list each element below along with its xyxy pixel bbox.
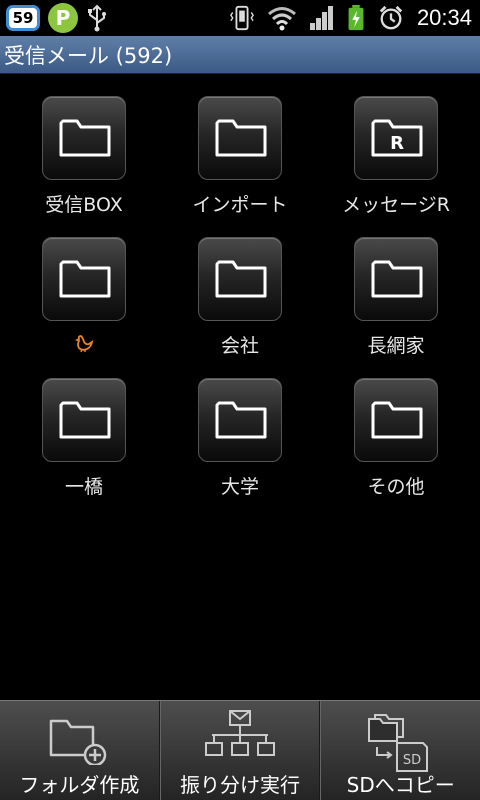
copy-to-sd-button[interactable]: SD SDへコピー (320, 701, 480, 800)
folder-university[interactable]: 大学 (162, 378, 318, 508)
sort-execute-button[interactable]: 振り分け実行 (159, 701, 321, 800)
folder-icon (59, 260, 111, 298)
vibrate-icon (229, 5, 254, 31)
battery-charging-icon (348, 5, 364, 31)
usb-icon (88, 4, 106, 32)
folder-label: インポート (192, 194, 288, 216)
copy-to-sd-icon: SD (367, 714, 428, 772)
page-title: 受信メール (592) (4, 43, 173, 68)
bird-icon (74, 335, 94, 353)
folder-tile[interactable] (42, 237, 126, 321)
folder-icon (215, 119, 267, 157)
folder-label: 長網家 (367, 335, 425, 357)
folder-import[interactable]: インポート (162, 96, 318, 226)
wifi-icon (267, 7, 296, 31)
alarm-clock-icon (379, 5, 403, 30)
create-folder-button[interactable]: フォルダ作成 (0, 701, 160, 800)
title-bar: 受信メール (592) (0, 36, 480, 74)
folder-label: メッセージR (342, 194, 450, 216)
folder-hitotsubashi[interactable]: 一橋 (6, 378, 162, 508)
clock: 20:34 (416, 5, 472, 30)
folder-bird[interactable] (6, 237, 162, 367)
folder-tile[interactable] (354, 237, 438, 321)
folder-icon (371, 260, 423, 298)
folder-inbox[interactable]: 受信BOX (6, 96, 162, 226)
folder-tile[interactable] (198, 237, 282, 321)
status-bar: 59 P 20:34 (0, 0, 480, 36)
folder-tile[interactable] (354, 378, 438, 462)
copy-to-sd-label: SDへコピー (346, 773, 455, 797)
folder-message-r[interactable]: R メッセージR (318, 96, 474, 226)
folder-tile[interactable] (198, 96, 282, 180)
sort-mail-icon (205, 710, 275, 756)
folder-r-icon: R (371, 119, 423, 157)
folder-tile[interactable] (42, 378, 126, 462)
svg-text:R: R (390, 133, 404, 154)
folder-family[interactable]: 長網家 (318, 237, 474, 367)
folder-icon (215, 401, 267, 439)
folder-label: その他 (367, 476, 425, 498)
folder-icon (215, 260, 267, 298)
folder-label: 受信BOX (45, 194, 123, 216)
folder-icon (371, 401, 423, 439)
notification-count-badge[interactable]: 59 (6, 5, 40, 31)
bottom-toolbar: フォルダ作成 振り分け実行 SD SDへコピー (0, 700, 480, 800)
svg-text:SD: SD (403, 753, 421, 768)
folder-add-icon (50, 719, 107, 765)
folder-label: 会社 (220, 335, 259, 357)
sort-execute-label: 振り分け実行 (180, 773, 300, 797)
folder-company[interactable]: 会社 (162, 237, 318, 367)
signal-strength-icon (309, 6, 333, 30)
folder-label: 大学 (220, 476, 259, 498)
folder-tile[interactable]: R (354, 96, 438, 180)
folder-icon (59, 119, 111, 157)
folder-label: 一橋 (64, 476, 103, 498)
p-app-icon[interactable]: P (48, 3, 78, 33)
folder-icon (59, 401, 111, 439)
create-folder-label: フォルダ作成 (19, 773, 140, 797)
folder-tile[interactable] (42, 96, 126, 180)
folder-tile[interactable] (198, 378, 282, 462)
folder-other[interactable]: その他 (318, 378, 474, 508)
